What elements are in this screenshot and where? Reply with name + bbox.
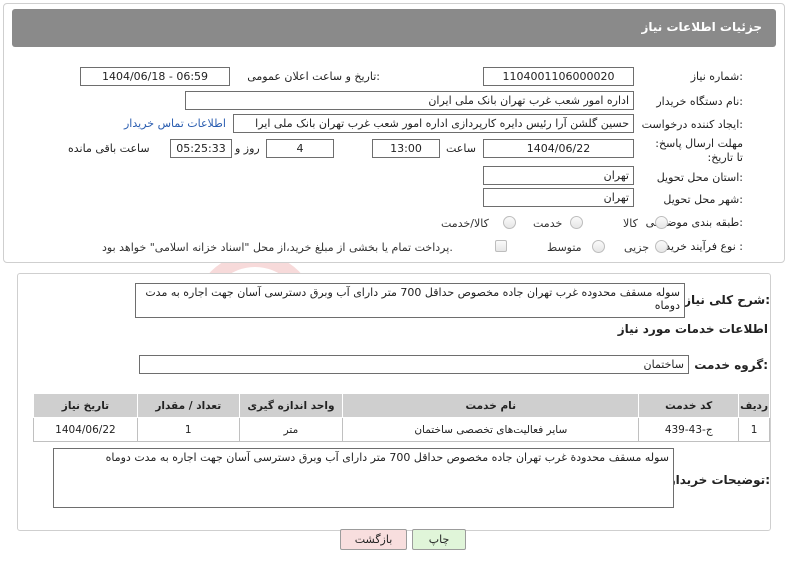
category-service-label: خدمت bbox=[533, 217, 563, 230]
cell-quantity: 1 bbox=[136, 417, 240, 442]
process-label: نوع فرآیند خرید : bbox=[665, 240, 743, 253]
col-row-number: ردیف bbox=[738, 393, 770, 418]
cell-service-name: سایر فعالیت‌های تخصصی ساختمان bbox=[342, 417, 640, 442]
table-header-row: ردیف کد خدمت نام خدمت واحد اندازه گیری ت… bbox=[33, 393, 770, 418]
city-label: شهر محل تحویل: bbox=[663, 193, 743, 206]
buyer-org-label: نام دستگاه خریدار: bbox=[656, 95, 743, 108]
page-title: جزئیات اطلاعات نیاز bbox=[641, 20, 762, 34]
col-need-date: تاریخ نیاز bbox=[33, 393, 138, 418]
category-goods-service-label: کالا/خدمت bbox=[441, 217, 489, 230]
buyer-notes-label: توضیحات خریدار: bbox=[668, 473, 770, 487]
cell-row-number: 1 bbox=[738, 417, 770, 442]
panel-header: جزئیات اطلاعات نیاز bbox=[12, 9, 776, 47]
cell-need-date: 1404/06/22 bbox=[33, 417, 138, 442]
buyer-contact-link[interactable]: اطلاعات تماس خریدار bbox=[124, 117, 226, 130]
category-service-radio[interactable] bbox=[570, 216, 583, 229]
buyer-notes-textarea[interactable]: سوله مسقف محدودة غرب تهران جاده مخصوص حد… bbox=[53, 448, 674, 508]
treasury-payment-checkbox[interactable] bbox=[495, 240, 507, 252]
need-summary-label: شرح کلی نیاز: bbox=[684, 293, 770, 307]
requester-field: حسین گلشن آرا رئیس دایره کارپردازی اداره… bbox=[233, 114, 634, 133]
category-goods-radio[interactable] bbox=[655, 216, 668, 229]
cell-unit: متر bbox=[238, 417, 344, 442]
process-small-radio[interactable] bbox=[655, 240, 668, 253]
deadline-date-field: 1404/06/22 bbox=[483, 139, 634, 158]
requester-label: ایجاد کننده درخواست: bbox=[641, 118, 743, 131]
time-remaining-field: 05:25:33 bbox=[170, 139, 232, 158]
process-medium-radio[interactable] bbox=[592, 240, 605, 253]
col-unit: واحد اندازه گیری bbox=[238, 393, 344, 418]
category-goods-label: کالا bbox=[623, 217, 638, 230]
service-group-field: ساختمان bbox=[139, 355, 689, 374]
services-table: ردیف کد خدمت نام خدمت واحد اندازه گیری ت… bbox=[33, 393, 770, 442]
treasury-payment-note: پرداخت تمام یا بخشی از مبلغ خرید،از محل … bbox=[102, 241, 453, 254]
deadline-label: مهلت ارسال پاسخ: تا تاریخ: bbox=[655, 137, 743, 164]
need-number-field: 1104001106000020 bbox=[483, 67, 634, 86]
service-group-label: گروه خدمت: bbox=[694, 358, 768, 372]
city-field: تهران bbox=[483, 188, 634, 207]
process-medium-label: متوسط bbox=[547, 241, 582, 254]
back-button[interactable]: بازگشت bbox=[340, 529, 407, 550]
deadline-time-field: 13:00 bbox=[372, 139, 440, 158]
col-service-name: نام خدمت bbox=[342, 393, 640, 418]
services-section-title: اطلاعات خدمات مورد نیاز bbox=[617, 322, 768, 336]
col-quantity: تعداد / مقدار bbox=[136, 393, 240, 418]
category-goods-service-radio[interactable] bbox=[503, 216, 516, 229]
table-row: 1 ج-43-439 سایر فعالیت‌های تخصصی ساختمان… bbox=[33, 417, 770, 442]
buyer-org-field: اداره امور شعب غرب تهران بانک ملی ایران bbox=[185, 91, 634, 110]
need-summary-textarea[interactable]: سوله مسقف محدوده غرب تهران جاده مخصوص حد… bbox=[135, 283, 685, 318]
province-field: تهران bbox=[483, 166, 634, 185]
days-remaining-field: 4 bbox=[266, 139, 334, 158]
province-label: استان محل تحویل: bbox=[656, 171, 743, 184]
deadline-time-label: ساعت bbox=[446, 142, 476, 155]
process-small-label: جزیی bbox=[624, 241, 650, 254]
announce-datetime-label: تاریخ و ساعت اعلان عمومی: bbox=[247, 70, 380, 83]
announce-datetime-field: 1404/06/18 - 06:59 bbox=[80, 67, 230, 86]
cell-service-code: ج-43-439 bbox=[638, 417, 740, 442]
print-button[interactable]: چاپ bbox=[412, 529, 466, 550]
time-remaining-label: ساعت باقی مانده bbox=[68, 142, 150, 155]
days-label: روز و bbox=[235, 142, 260, 155]
need-number-label: شماره نیاز: bbox=[690, 70, 743, 83]
col-service-code: کد خدمت bbox=[638, 393, 740, 418]
